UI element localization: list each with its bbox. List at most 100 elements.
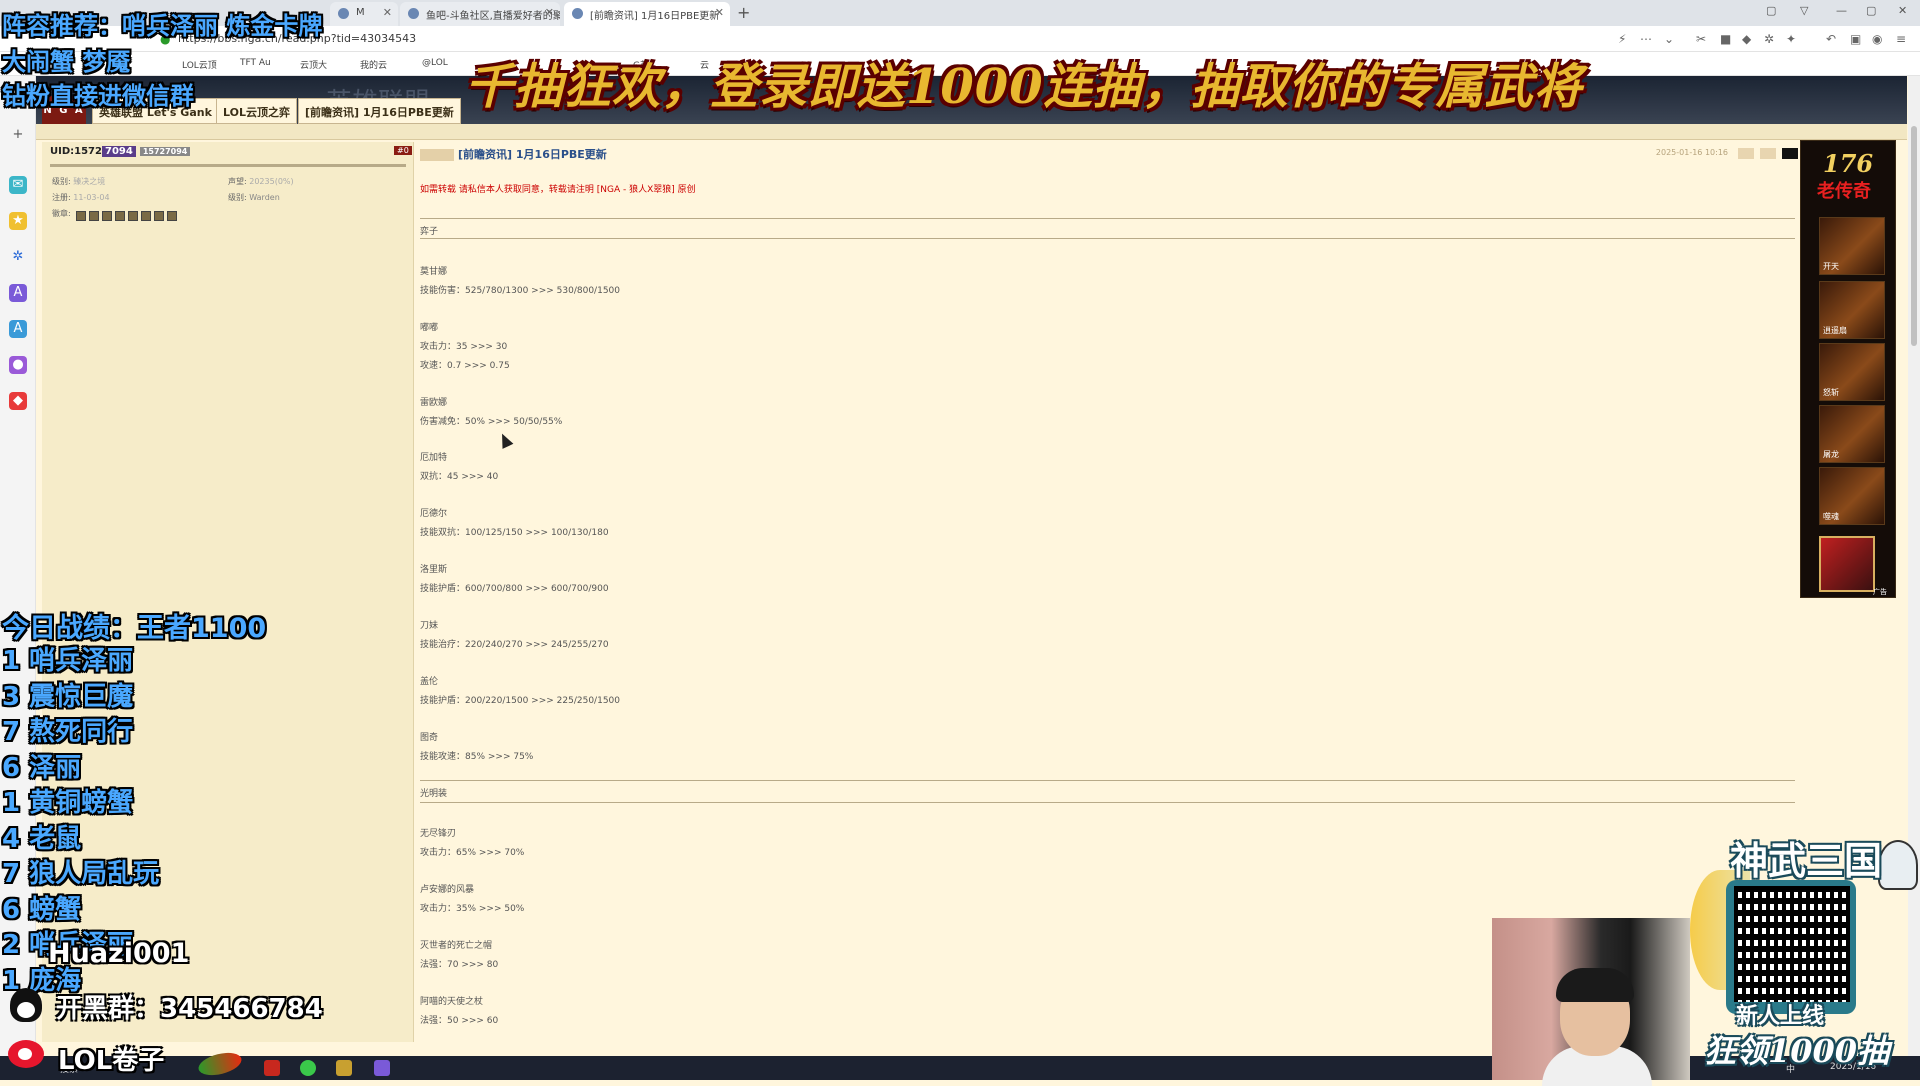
tab-favicon-icon (572, 8, 583, 19)
change-name: 盖伦 (420, 677, 439, 687)
ad-weapon[interactable]: 怒斩 (1819, 343, 1885, 401)
chevron-down-icon[interactable]: ⌄ (1664, 32, 1674, 46)
extension-icon[interactable]: ✲ (1764, 32, 1774, 46)
badge-icon[interactable] (128, 211, 138, 221)
bookmark-item[interactable]: @LOL (422, 58, 448, 68)
taskbar-app-icon[interactable] (264, 1060, 280, 1076)
browser-tab-active[interactable]: [前瞻资讯] 1月16日PBE更新 ✕ (564, 2, 730, 26)
bot-icon[interactable]: ● (9, 356, 27, 374)
breadcrumb-thread[interactable]: [前瞻资讯] 1月16日PBE更新 (298, 98, 461, 124)
close-window-icon[interactable]: ✕ (1898, 4, 1907, 17)
maximize-icon[interactable]: ▢ (1866, 4, 1876, 17)
badge-icon[interactable] (102, 211, 112, 221)
user-register-date: 注册: 11-03-04 (52, 193, 110, 202)
game-icon[interactable]: ◆ (9, 392, 27, 410)
badge-icon[interactable] (115, 211, 125, 221)
window-icon[interactable]: ▢ (1766, 4, 1776, 17)
extension-icon[interactable]: ■ (1720, 32, 1731, 46)
post-action-icon[interactable] (1782, 148, 1798, 159)
star-icon[interactable]: ★ (9, 212, 27, 230)
menu-icon[interactable]: ≡ (1896, 32, 1906, 46)
ad-weapon[interactable]: 逍遥扇 (1819, 281, 1885, 339)
qr-ad[interactable]: 神武三国 新人上线 狂领1000抽 (1690, 830, 1920, 1080)
game-ad[interactable]: 176 老传奇 开天 逍遥扇 怒斩 屠龙 噬魂 广告 (1800, 140, 1896, 598)
overlay-lineup-text: 阵容推荐：哨兵泽丽 炼金卡牌 (2, 12, 323, 40)
ad-weapon[interactable]: 噬魂 (1819, 467, 1885, 525)
change-name: 刀妹 (420, 621, 439, 631)
webcam-feed (1492, 918, 1690, 1086)
tab-close-icon[interactable]: ✕ (383, 6, 392, 19)
taskbar-app-icon[interactable] (300, 1060, 316, 1076)
lightning-icon[interactable]: ⚡ (1618, 32, 1626, 46)
weibo-name: LOL卷子 (58, 1046, 165, 1076)
new-tab-icon[interactable]: + (737, 3, 750, 22)
badge-icon[interactable] (141, 211, 151, 221)
bookmark-item[interactable]: 我的云 (360, 58, 387, 71)
ad-weapon[interactable]: 开天 (1819, 217, 1885, 275)
change-detail: 技能治疗：220/240/270 >>> 245/255/270 (420, 640, 609, 650)
badge-label: 徽章: (52, 209, 71, 218)
section-heading: 光明装 (420, 789, 448, 799)
window-icon[interactable]: ▽ (1800, 4, 1808, 17)
change-name: 莫甘娜 (420, 267, 448, 277)
browser-tab[interactable]: 鱼吧-斗鱼社区,直播爱好者的聚 ✕ (400, 2, 560, 26)
change-detail: 法强：70 >>> 80 (420, 960, 499, 970)
minimize-icon[interactable]: — (1836, 4, 1847, 17)
tab-close-icon[interactable]: ✕ (715, 6, 724, 19)
record-item: 1 哨兵泽丽 (2, 646, 134, 676)
scrollbar-thumb[interactable] (1911, 126, 1917, 346)
badge-icon[interactable] (167, 211, 177, 221)
change-detail: 技能护盾：600/700/800 >>> 600/700/900 (420, 584, 609, 594)
undo-icon[interactable]: ↶ (1826, 32, 1836, 46)
user-uid[interactable]: UID:1572 7094 15727094 (50, 146, 191, 157)
overlay-lineup-text: 大闹蟹 梦魇 (2, 48, 131, 76)
puzzle-icon[interactable]: ✦ (1786, 32, 1796, 46)
camera-icon[interactable]: ▣ (1850, 32, 1861, 46)
breadcrumb-tft[interactable]: LOL云顶之弈 (216, 98, 297, 124)
tab-favicon-icon (408, 8, 419, 19)
apps-icon[interactable]: ✲ (9, 248, 27, 266)
badge-icon[interactable] (154, 211, 164, 221)
qr-subtitle-2: 狂领1000抽 (1704, 1032, 1890, 1070)
bookmark-item[interactable]: TFT Au (240, 58, 271, 68)
overlay-lineup-text: 钻粉直接进微信群 (2, 82, 194, 110)
profile-icon[interactable]: ◉ (1872, 32, 1882, 46)
record-title: 今日战绩：王者1100 (2, 613, 267, 644)
divider (420, 802, 1795, 803)
ad-avatar[interactable] (1819, 536, 1875, 592)
taskbar-app-icon[interactable] (336, 1060, 352, 1076)
badge-icon[interactable] (76, 211, 86, 221)
ai-assistant-icon[interactable]: A (9, 320, 27, 338)
change-detail: 伤害减免：50% >>> 50/50/55% (420, 417, 563, 427)
ad-weapon[interactable]: 屠龙 (1819, 405, 1885, 463)
record-item: 6 螃蟹 (2, 894, 82, 925)
qr-code[interactable] (1734, 886, 1850, 1002)
change-name: 图奇 (420, 733, 439, 743)
record-item: 1 黄铜螃蟹 (2, 788, 134, 818)
divider (420, 218, 1795, 219)
record-item: 7 熬死同行 (2, 717, 134, 747)
extension-icon[interactable]: ◆ (1742, 32, 1751, 46)
post-title: [前瞻资讯] 1月16日PBE更新 (420, 146, 607, 162)
change-name: 嘟嘟 (420, 323, 439, 333)
change-name: 洛里斯 (420, 565, 448, 575)
ai-icon[interactable]: A (9, 284, 27, 302)
change-name: 厄德尔 (420, 509, 448, 519)
post-action-icon[interactable] (1760, 148, 1776, 159)
cut-icon[interactable]: ✂ (1696, 32, 1706, 46)
post-action-icon[interactable] (1738, 148, 1754, 159)
tab-close-icon[interactable]: ✕ (545, 6, 554, 19)
floor-badge: #0 (394, 146, 412, 155)
bookmark-item[interactable]: 云顶大 (300, 58, 327, 71)
more-icon[interactable]: ⋯ (1640, 32, 1652, 46)
change-detail: 攻击力：35 >>> 30 (420, 342, 508, 352)
qq-group-text: 开黑群：345466784 (56, 994, 323, 1024)
bookmark-item[interactable]: LOL云顶 (182, 58, 217, 71)
chat-icon[interactable]: ✉ (9, 176, 27, 194)
badge-icon[interactable] (89, 211, 99, 221)
qr-title: 神武三国 (1730, 838, 1883, 883)
weibo-icon (8, 1040, 44, 1068)
add-icon[interactable]: + (9, 126, 27, 144)
browser-tab[interactable]: M ✕ (330, 2, 398, 26)
taskbar-app-icon[interactable] (374, 1060, 390, 1076)
